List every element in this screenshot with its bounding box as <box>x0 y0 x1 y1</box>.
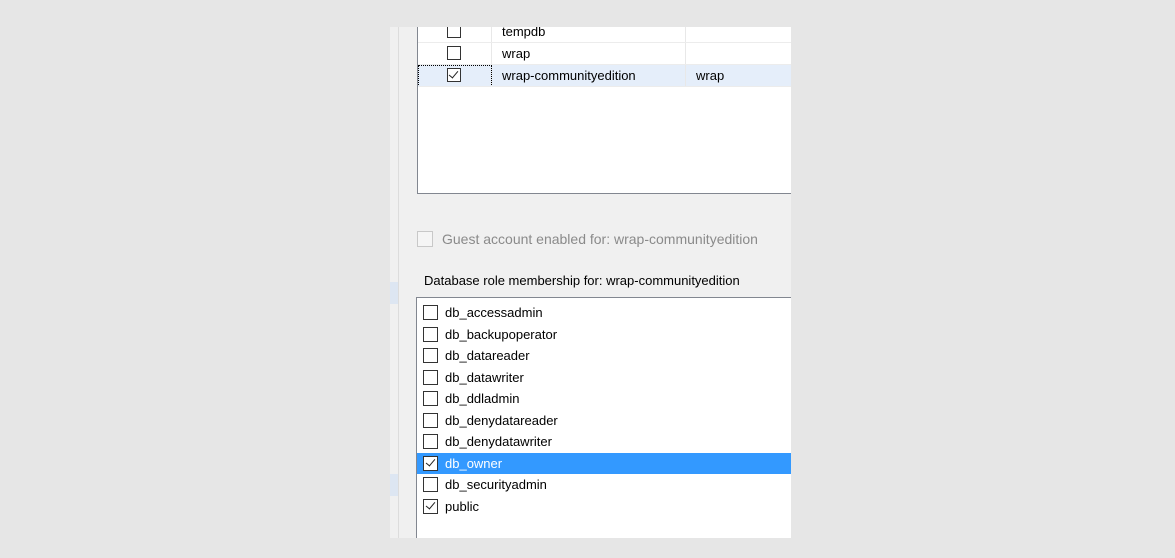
role-label: db_ddladmin <box>445 391 520 406</box>
role-item[interactable]: db_securityadmin <box>417 474 791 495</box>
role-checkbox[interactable] <box>423 326 438 342</box>
map-cell[interactable] <box>418 43 492 65</box>
role-item[interactable]: db_accessadmin <box>417 302 791 323</box>
user-cell[interactable]: wrap <box>686 65 791 87</box>
role-checkbox[interactable] <box>423 348 438 363</box>
map-checkbox[interactable] <box>447 27 461 38</box>
role-item[interactable]: db_denydatawriter <box>417 431 791 452</box>
role-label: db_datareader <box>445 348 530 363</box>
user-cell[interactable] <box>686 27 791 43</box>
map-cell[interactable] <box>418 65 492 87</box>
role-checkbox[interactable] <box>423 391 438 406</box>
role-checkbox[interactable] <box>423 369 438 385</box>
guest-account-label: Guest account enabled for: wrap-communit… <box>442 231 758 247</box>
guest-account-checkbox-box <box>417 231 433 247</box>
grid-row[interactable]: tempdb <box>418 27 791 43</box>
role-label: db_securityadmin <box>445 477 547 492</box>
role-checkbox[interactable] <box>423 412 438 428</box>
role-checkbox[interactable] <box>423 434 438 449</box>
role-checkbox[interactable] <box>423 477 438 492</box>
role-item[interactable]: db_backupoperator <box>417 324 791 345</box>
role-label: public <box>445 498 479 514</box>
role-label: db_denydatawriter <box>445 434 552 449</box>
role-membership-title: Database role membership for: wrap-commu… <box>424 273 740 288</box>
role-item[interactable]: db_owner <box>417 452 791 474</box>
role-item[interactable]: db_datawriter <box>417 367 791 388</box>
role-label: db_accessadmin <box>445 305 543 320</box>
database-name: tempdb <box>502 27 546 39</box>
role-label: db_owner <box>445 455 503 471</box>
role-item[interactable]: db_ddladmin <box>417 388 791 409</box>
database-name: wrap <box>502 46 531 61</box>
row-separator <box>418 86 791 87</box>
left-divider <box>390 27 399 538</box>
role-checkbox[interactable] <box>423 498 438 514</box>
users-mapped-grid: tempdb wrap wrap-communityedition wrap <box>417 27 791 194</box>
database-name: wrap-communityedition <box>502 68 636 83</box>
map-checkbox[interactable] <box>447 46 461 60</box>
database-cell[interactable]: wrap <box>492 43 686 65</box>
role-checkbox[interactable] <box>423 455 438 471</box>
user-name: wrap <box>696 68 725 83</box>
role-item[interactable]: db_denydatareader <box>417 410 791 431</box>
map-cell[interactable] <box>418 27 492 43</box>
grid-row[interactable]: wrap <box>418 43 791 65</box>
role-label: db_datawriter <box>445 369 524 385</box>
database-cell[interactable]: wrap-communityedition <box>492 65 686 87</box>
role-label: db_backupoperator <box>445 326 558 342</box>
database-cell[interactable]: tempdb <box>492 27 686 43</box>
role-item[interactable]: public <box>417 496 791 517</box>
role-membership-list[interactable]: db_accessadmin db_backupoperator db_datare… <box>416 297 791 538</box>
grid-row[interactable]: wrap-communityedition wrap <box>418 65 791 87</box>
role-checkbox[interactable] <box>423 305 438 320</box>
role-item[interactable]: db_datareader <box>417 345 791 366</box>
role-label: db_denydatareader <box>445 412 558 428</box>
map-checkbox[interactable] <box>447 68 461 82</box>
user-cell[interactable] <box>686 43 791 65</box>
login-properties-user-mapping-panel: tempdb wrap wrap-communityedition wrap Gues… <box>390 27 791 538</box>
